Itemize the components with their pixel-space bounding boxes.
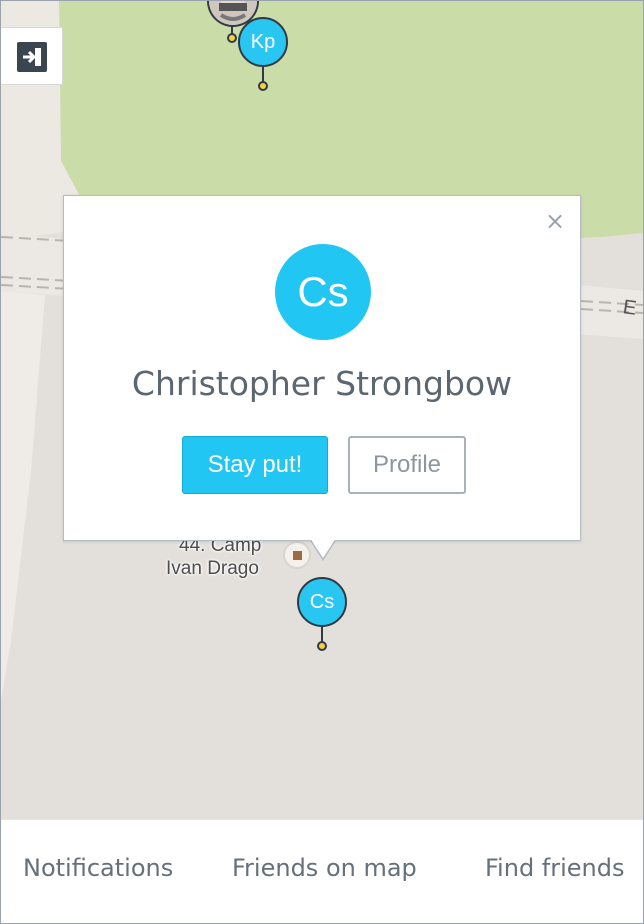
stay-put-button[interactable]: Stay put! <box>182 436 328 494</box>
pin-initials: Cs <box>297 577 347 627</box>
close-icon[interactable]: × <box>544 209 566 233</box>
bottom-navigation: Notifications Friends on map Find friend… <box>1 819 643 923</box>
friend-name: Christopher Strongbow <box>131 364 513 403</box>
friend-pin-cs[interactable]: Cs <box>297 577 347 651</box>
pin-dot <box>227 33 237 43</box>
pin-dot <box>317 641 327 651</box>
nav-notifications[interactable]: Notifications <box>23 854 173 882</box>
friend-pin-kp[interactable]: Kp <box>238 17 288 91</box>
pin-dot <box>258 81 268 91</box>
friend-avatar: Cs <box>275 244 371 340</box>
profile-button[interactable]: Profile <box>348 436 466 494</box>
place-label-line2: Ivan Drago <box>166 558 259 579</box>
nav-friends-on-map[interactable]: Friends on map <box>232 854 417 882</box>
nav-find-friends[interactable]: Find friends <box>485 854 625 882</box>
friend-popup: × Cs Christopher Strongbow Stay put! Pro… <box>63 195 581 541</box>
pin-initials: Kp <box>238 17 288 67</box>
popup-tail-fill <box>310 538 336 558</box>
exit-icon <box>17 42 47 72</box>
app-frame: Kp 44. Camp Ivan Drago E Cs × Cs Christo… <box>0 0 644 924</box>
exit-map-button[interactable] <box>1 27 63 85</box>
camp-poi-icon[interactable] <box>283 541 311 569</box>
